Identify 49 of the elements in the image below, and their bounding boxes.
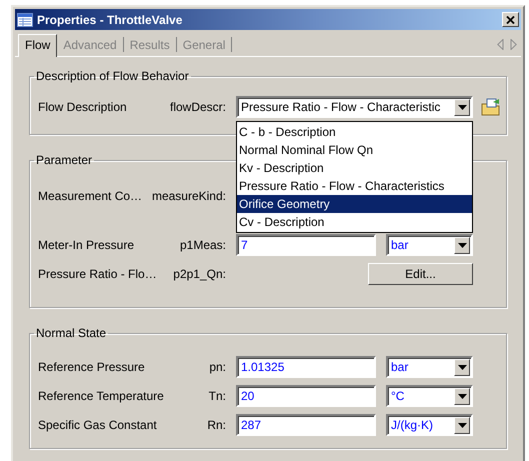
group-title: Normal State bbox=[35, 326, 108, 340]
dropdown-button[interactable] bbox=[454, 358, 470, 376]
dropdown-button[interactable] bbox=[454, 98, 470, 116]
close-button[interactable] bbox=[502, 12, 519, 27]
caret-icon bbox=[458, 422, 466, 428]
unit-dropdown[interactable]: bar bbox=[386, 356, 473, 378]
input-field[interactable]: 20 bbox=[236, 385, 376, 407]
field-label: Specific Gas Constant bbox=[38, 417, 158, 433]
parameter-name: Tn: bbox=[208, 388, 226, 404]
caret-icon bbox=[458, 394, 466, 398]
dropdown-option[interactable]: Kv - Description bbox=[237, 159, 472, 177]
field-label: Flow Description bbox=[38, 99, 128, 115]
parameter-name: Rn: bbox=[207, 417, 226, 433]
field-label: Meter-In Pressure bbox=[38, 237, 136, 253]
parameter-name: measureKind: bbox=[152, 188, 226, 204]
window-title: Properties - ThrottleValve bbox=[37, 12, 184, 26]
parameter-name: pn: bbox=[209, 359, 226, 375]
input-field[interactable]: 287 bbox=[236, 414, 376, 436]
unit-dropdown[interactable]: °C bbox=[386, 385, 473, 407]
field-label: Reference Temperature bbox=[38, 388, 165, 404]
caret-icon bbox=[458, 242, 466, 248]
unit-dropdown[interactable]: J/(kg·K) bbox=[386, 414, 473, 436]
dropdown-option[interactable]: Cv - Description bbox=[237, 213, 472, 231]
field-label: Reference Pressure bbox=[38, 359, 146, 375]
group-title: Description of Flow Behavior bbox=[35, 69, 190, 83]
field-label: Pressure Ratio - Flo… bbox=[38, 266, 158, 282]
dropdown-option[interactable]: Orifice Geometry bbox=[237, 195, 472, 213]
parameter-name: p2p1_Qn: bbox=[173, 266, 226, 282]
unit-dropdown[interactable]: bar bbox=[386, 234, 473, 256]
input-field[interactable]: 7 bbox=[236, 234, 376, 256]
dropdown-button[interactable] bbox=[454, 388, 470, 404]
caret-icon bbox=[458, 104, 466, 110]
edit-button[interactable]: Edit... bbox=[368, 263, 473, 285]
caret-icon bbox=[458, 364, 466, 370]
dropdown-button[interactable] bbox=[454, 236, 470, 254]
tab[interactable]: Flow bbox=[18, 34, 58, 57]
field-label: Measurement Co… bbox=[38, 188, 144, 204]
close-icon bbox=[506, 16, 515, 24]
dropdown-option[interactable]: C - b - Description bbox=[237, 123, 472, 141]
parameter-name: p1Meas: bbox=[180, 237, 226, 253]
dropdown-option[interactable]: Normal Nominal Flow Qn bbox=[237, 141, 472, 159]
folder-icon[interactable] bbox=[481, 98, 501, 116]
dropdown-button[interactable] bbox=[454, 416, 470, 434]
flow-description-dropdown[interactable]: Pressure Ratio - Flow - Characteristic bbox=[236, 96, 473, 118]
input-field[interactable]: 1.01325 bbox=[236, 356, 376, 378]
parameter-name: flowDescr: bbox=[170, 99, 226, 115]
dropdown-option[interactable]: Pressure Ratio - Flow - Characteristics bbox=[237, 177, 472, 195]
window-icon bbox=[17, 12, 33, 26]
group-title: Parameter bbox=[35, 153, 94, 167]
